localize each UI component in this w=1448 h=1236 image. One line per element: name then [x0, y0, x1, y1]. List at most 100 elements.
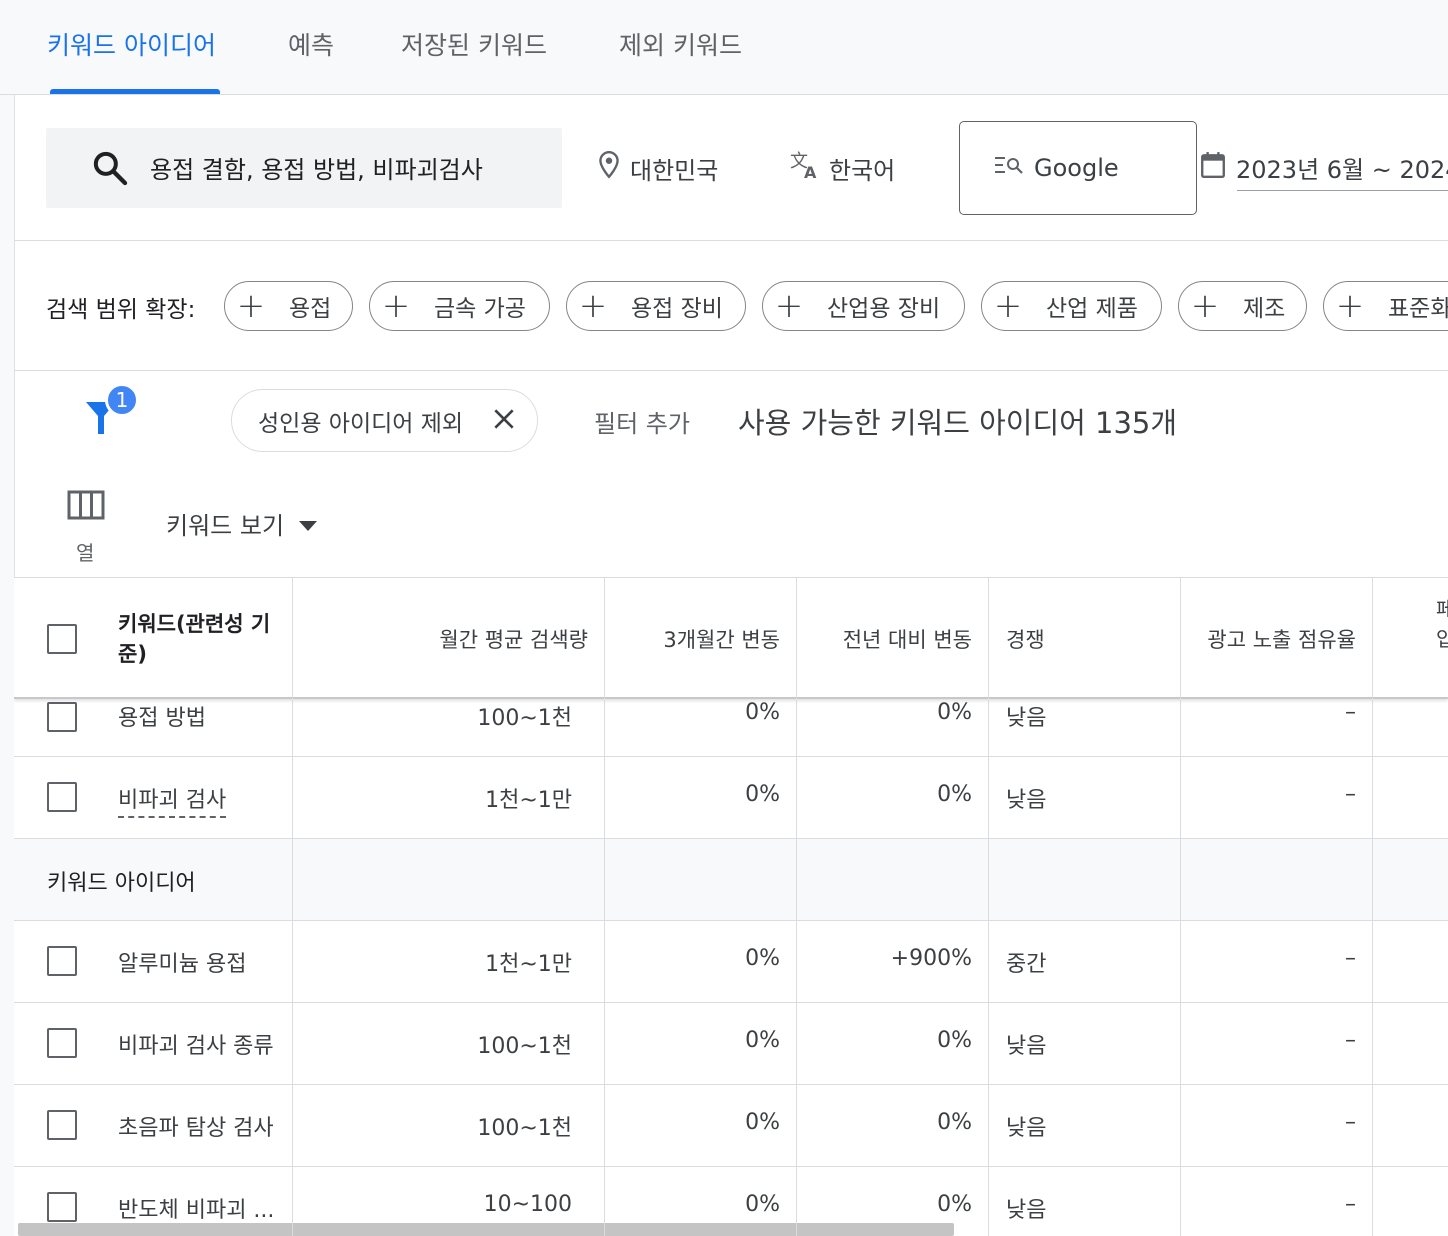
keyword-planner-page: 키워드 아이디어 예측 저장된 키워드 제외 키워드 용접 결함, 용접 방법,…	[0, 0, 1448, 1236]
three-month-cell: 0%	[745, 946, 780, 971]
caret-down-icon	[298, 510, 318, 538]
volume-cell: 100~1천	[477, 1034, 572, 1059]
select-all-checkbox[interactable]	[47, 624, 77, 654]
column-divider	[292, 578, 293, 1236]
table-header: 키워드(관련성 기준) 월간 평균 검색량 3개월간 변동 전년 대비 변동 경…	[14, 578, 1448, 699]
expand-chip-welding[interactable]: + 용접	[224, 281, 353, 331]
table-row: 초음파 탐상 검사 100~1천 0% 0% 낮음 –	[14, 1085, 1448, 1167]
header-competition[interactable]: 경쟁	[1006, 578, 1166, 699]
row-checkbox[interactable]	[47, 702, 77, 732]
group-header-row: 키워드 아이디어	[14, 839, 1448, 921]
header-yoy-change[interactable]: 전년 대비 변동	[798, 578, 972, 699]
plus-icon: +	[236, 286, 266, 326]
keyword-cell[interactable]: 비파괴 검사	[118, 782, 227, 818]
location-selector[interactable]: 대한민국	[596, 150, 718, 186]
keyword-cell: 알루미늄 용접	[118, 952, 247, 977]
tab-negative-keywords[interactable]: 제외 키워드	[619, 26, 742, 62]
location-pin-icon	[596, 150, 622, 186]
three-month-cell: 0%	[745, 782, 780, 807]
add-filter-button[interactable]: 필터 추가	[594, 404, 690, 439]
translate-icon: 文A	[789, 150, 821, 186]
three-month-cell: 0%	[745, 1192, 780, 1217]
keyword-cell: 초음파 탐상 검사	[118, 1116, 274, 1141]
expand-search-label: 검색 범위 확장:	[46, 297, 196, 323]
date-range-label: 2023년 6월 ~ 2024	[1236, 156, 1448, 184]
filter-count-badge: 1	[105, 383, 139, 417]
three-month-cell: 0%	[745, 1110, 780, 1135]
date-underline	[1237, 190, 1448, 191]
available-keywords-count: 사용 가능한 키워드 아이디어 135개	[738, 406, 1178, 440]
search-list-icon	[994, 154, 1024, 182]
expand-chip-standardization[interactable]: + 표준화	[1323, 281, 1448, 331]
yoy-cell: 0%	[937, 1110, 972, 1135]
keyword-cell: 비파괴 검사 종류	[118, 1034, 274, 1059]
volume-cell: 10~100	[483, 1192, 572, 1217]
svg-text:A: A	[804, 163, 817, 180]
language-selector[interactable]: 文A 한국어	[789, 150, 895, 186]
competition-cell: 낮음	[1006, 1034, 1047, 1059]
share-cell: –	[1345, 782, 1356, 807]
tab-keyword-ideas[interactable]: 키워드 아이디어	[47, 26, 216, 62]
column-divider	[988, 578, 989, 1236]
row-checkbox[interactable]	[47, 1110, 77, 1140]
row-checkbox[interactable]	[47, 1028, 77, 1058]
volume-cell: 100~1천	[477, 1116, 572, 1141]
competition-cell: 낮음	[1006, 788, 1047, 813]
share-cell: –	[1345, 1110, 1356, 1135]
calendar-icon	[1200, 151, 1226, 185]
filter-chip-label: 성인용 아이디어 제외	[258, 410, 464, 437]
expand-chip-metalworking[interactable]: + 금속 가공	[369, 281, 550, 331]
column-divider	[1180, 578, 1181, 1236]
row-checkbox[interactable]	[47, 782, 77, 812]
keyword-view-dropdown[interactable]: 키워드 보기	[166, 506, 318, 541]
horizontal-scrollbar[interactable]	[18, 1223, 954, 1236]
share-cell: –	[1345, 1028, 1356, 1053]
keyword-view-label: 키워드 보기	[166, 512, 285, 540]
expand-chip-welding-equipment[interactable]: + 용접 장비	[566, 281, 746, 331]
plus-icon: +	[578, 286, 608, 326]
plus-icon: +	[993, 286, 1023, 326]
table-row: 비파괴 검사 1천~1만 0% 0% 낮음 –	[14, 757, 1448, 839]
header-three-month-change[interactable]: 3개월간 변동	[606, 578, 780, 699]
expand-chip-industrial-products[interactable]: + 산업 제품	[981, 281, 1162, 331]
row-checkbox[interactable]	[47, 1192, 77, 1222]
yoy-cell: +900%	[890, 946, 972, 971]
volume-cell: 1천~1만	[485, 952, 572, 977]
three-month-cell: 0%	[745, 700, 780, 725]
plus-icon: +	[1335, 286, 1365, 326]
tab-forecast[interactable]: 예측	[288, 26, 334, 62]
yoy-cell: 0%	[937, 782, 972, 807]
table-row: 알루미늄 용접 1천~1만 0% +900% 중간 –	[14, 921, 1448, 1003]
column-divider	[604, 578, 605, 1236]
volume-cell: 100~1천	[477, 706, 572, 731]
keyword-search-box[interactable]: 용접 결함, 용접 방법, 비파괴검사	[46, 128, 562, 208]
search-input[interactable]: 용접 결함, 용접 방법, 비파괴검사	[150, 150, 483, 185]
row-checkbox[interactable]	[47, 946, 77, 976]
share-cell: –	[1345, 700, 1356, 725]
date-range-selector[interactable]: 2023년 6월 ~ 2024	[1200, 150, 1448, 191]
header-keyword[interactable]: 키워드(관련성 기준)	[118, 578, 288, 699]
search-engine-selector[interactable]: Google	[959, 121, 1197, 215]
column-divider	[796, 578, 797, 1236]
header-impression-share[interactable]: 광고 노출 점유율	[1182, 578, 1356, 699]
expand-chip-industrial-equipment[interactable]: + 산업용 장비	[762, 281, 965, 331]
competition-cell: 낮음	[1006, 1198, 1047, 1223]
share-cell: –	[1345, 1192, 1356, 1217]
table-row: 비파괴 검사 종류 100~1천 0% 0% 낮음 –	[14, 1003, 1448, 1085]
tab-saved-keywords[interactable]: 저장된 키워드	[401, 26, 547, 62]
columns-label: 열	[76, 541, 95, 565]
header-partial-next-column: 페 입	[1436, 597, 1448, 651]
search-engine-label: Google	[1034, 154, 1119, 182]
header-monthly-volume[interactable]: 월간 평균 검색량	[294, 578, 588, 699]
adult-ideas-filter-chip[interactable]: 성인용 아이디어 제외	[231, 389, 538, 452]
columns-icon[interactable]	[67, 490, 105, 524]
column-divider	[1372, 578, 1373, 1236]
volume-cell: 1천~1만	[485, 788, 572, 813]
keyword-cell: 반도체 비파괴 ...	[118, 1198, 275, 1223]
competition-cell: 중간	[1006, 952, 1047, 977]
divider	[14, 370, 1448, 371]
close-icon[interactable]	[491, 406, 517, 438]
expand-chip-manufacturing[interactable]: + 제조	[1178, 281, 1307, 331]
keyword-table: 키워드(관련성 기준) 월간 평균 검색량 3개월간 변동 전년 대비 변동 경…	[14, 577, 1448, 1236]
three-month-cell: 0%	[745, 1028, 780, 1053]
